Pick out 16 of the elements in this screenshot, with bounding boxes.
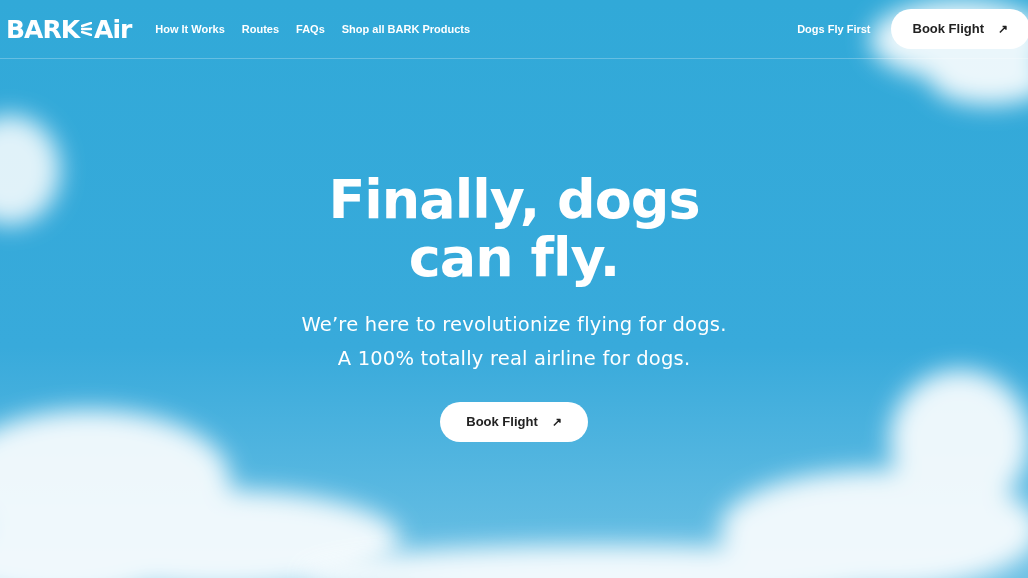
logo-text[interactable]: BARK [6,16,80,42]
nav-link[interactable]: Shop all BARK Products [341,20,471,38]
nav-link[interactable]: Routes [241,20,280,38]
headline: Finally, dogs [327,171,701,230]
book-flight-button[interactable]: Book Flight ↗ [890,9,1028,49]
subtitle: We’re here to revolutionize flying for dogs. [300,311,728,338]
bark-lines-icon [81,22,93,36]
subtitle: A 100% totally real airline for dogs. [336,345,692,372]
arrow-icon: ↗ [551,412,562,431]
nav-link[interactable]: FAQs [296,20,325,38]
book-flight-button[interactable]: Book Flight ↗ [440,401,588,442]
headline: can fly. [408,229,620,288]
nav-link[interactable]: How It Works [155,20,225,38]
arrow-icon: ↗ [998,20,1008,38]
logo-text[interactable]: Air [94,16,132,42]
nav-link[interactable]: Dogs Fly First [797,20,871,38]
